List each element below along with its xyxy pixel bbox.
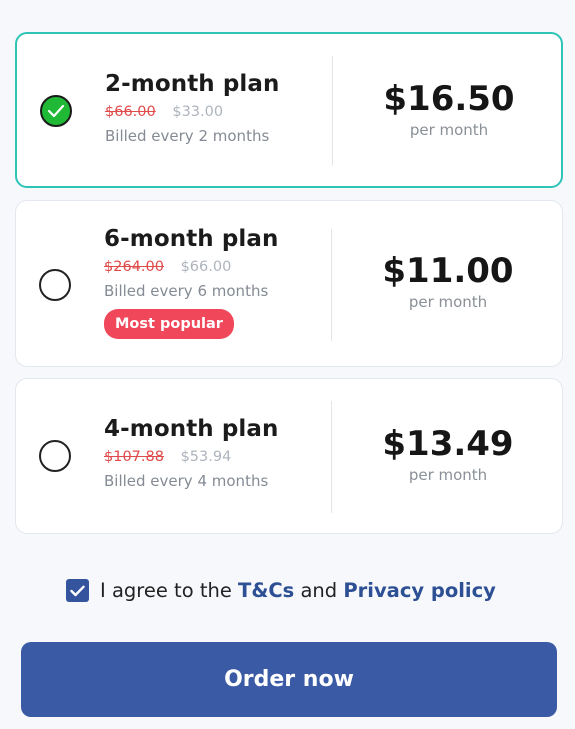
- order-now-button[interactable]: Order now: [21, 642, 557, 717]
- agree-prefix: I agree to the: [100, 579, 232, 602]
- old-price: $66.00: [105, 104, 156, 120]
- plan-card-2-month[interactable]: 2-month plan $66.00 $33.00 Billed every …: [15, 32, 563, 188]
- discounted-total: $53.94: [180, 449, 232, 465]
- agree-checkbox[interactable]: [66, 579, 89, 602]
- monthly-price: $16.50: [383, 79, 515, 119]
- radio-unselected[interactable]: [39, 269, 71, 301]
- discounted-total: $33.00: [172, 104, 224, 120]
- price-box: $16.50 per month: [333, 79, 565, 139]
- plan-title: 6-month plan: [104, 226, 279, 252]
- terms-link[interactable]: T&Cs: [238, 579, 294, 602]
- radio-selected[interactable]: [40, 95, 72, 127]
- per-month-label: per month: [408, 466, 488, 484]
- checkbox-checked-icon: [70, 585, 85, 596]
- plan-info: 6-month plan $264.00 $66.00 Billed every…: [104, 225, 279, 339]
- plan-selector: 2-month plan $66.00 $33.00 Billed every …: [0, 0, 575, 729]
- plan-prices: $264.00 $66.00: [104, 258, 279, 276]
- terms-agreement: I agree to the T&Cs and Privacy policy: [66, 579, 496, 602]
- monthly-price: $13.49: [382, 424, 514, 464]
- plan-prices: $66.00 $33.00: [105, 103, 280, 121]
- discounted-total: $66.00: [180, 259, 232, 275]
- plan-title: 4-month plan: [104, 416, 279, 442]
- per-month-label: per month: [409, 121, 489, 139]
- billing-interval: Billed every 6 months: [104, 282, 269, 300]
- price-box: $11.00 per month: [332, 251, 564, 311]
- plan-title: 2-month plan: [105, 71, 280, 97]
- privacy-policy-link[interactable]: Privacy policy: [343, 579, 496, 602]
- plan-card-4-month[interactable]: 4-month plan $107.88 $53.94 Billed every…: [15, 378, 563, 534]
- old-price: $264.00: [104, 259, 164, 275]
- billing-interval: Billed every 4 months: [104, 472, 269, 490]
- plan-info: 4-month plan $107.88 $53.94 Billed every…: [104, 415, 279, 491]
- agree-text: I agree to the T&Cs and Privacy policy: [100, 579, 496, 602]
- check-icon: [47, 104, 65, 118]
- monthly-price: $11.00: [382, 251, 514, 291]
- plan-prices: $107.88 $53.94: [104, 448, 279, 466]
- price-box: $13.49 per month: [332, 424, 564, 484]
- per-month-label: per month: [408, 293, 488, 311]
- agree-and: and: [300, 579, 338, 602]
- plan-info: 2-month plan $66.00 $33.00 Billed every …: [105, 70, 280, 146]
- radio-unselected[interactable]: [39, 440, 71, 472]
- billing-interval: Billed every 2 months: [105, 127, 270, 145]
- plan-card-6-month[interactable]: 6-month plan $264.00 $66.00 Billed every…: [15, 200, 563, 367]
- most-popular-badge: Most popular: [104, 309, 234, 339]
- old-price: $107.88: [104, 449, 164, 465]
